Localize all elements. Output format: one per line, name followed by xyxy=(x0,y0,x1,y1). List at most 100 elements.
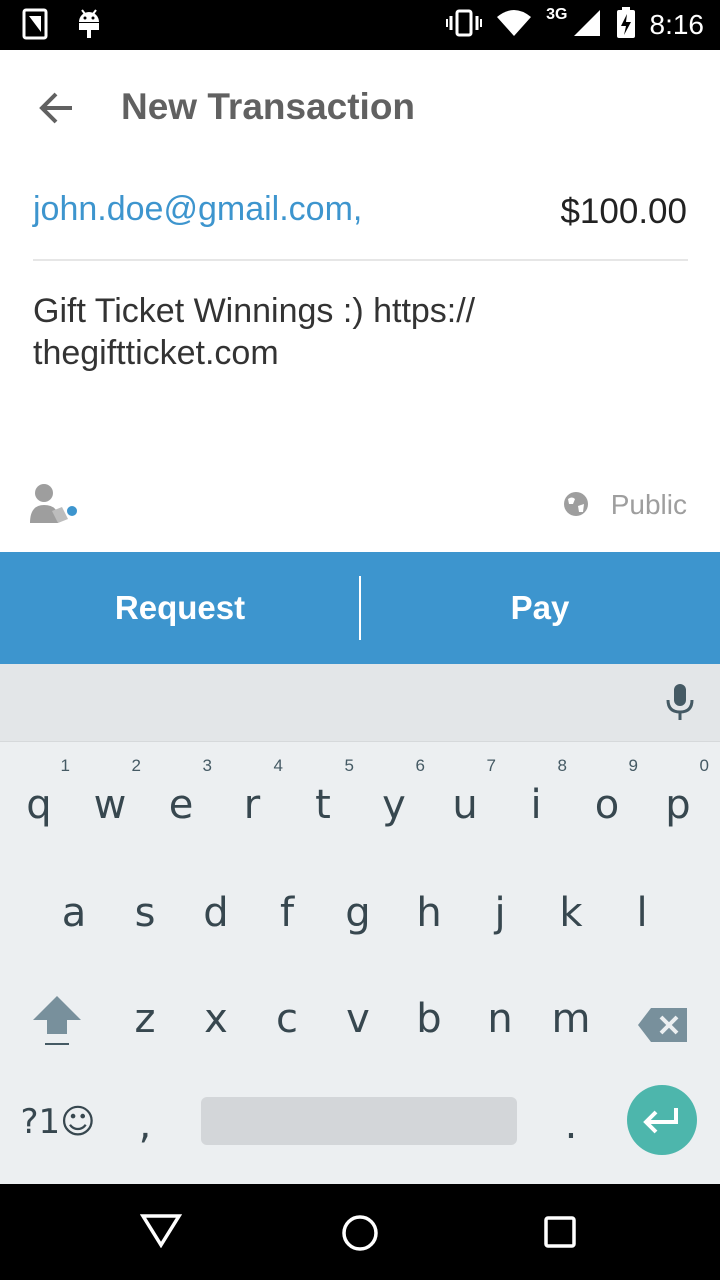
pay-button[interactable]: Pay xyxy=(360,552,720,664)
key-label: w xyxy=(93,782,127,828)
globe-icon[interactable] xyxy=(562,490,590,523)
key-e[interactable]: 3e xyxy=(146,756,216,860)
nav-recents-icon[interactable] xyxy=(543,1215,577,1254)
key-d[interactable]: d xyxy=(181,868,251,968)
key-hint: 6 xyxy=(415,756,425,775)
key-label: , xyxy=(138,1102,152,1148)
key-label: d xyxy=(203,890,229,936)
shift-icon xyxy=(33,996,81,1045)
key-label: ?1☺ xyxy=(20,1102,96,1142)
key-label: q xyxy=(26,782,52,828)
key-label: . xyxy=(564,1102,578,1148)
key-hint: 3 xyxy=(202,756,212,775)
shift-key[interactable] xyxy=(22,974,92,1074)
key-u[interactable]: 7u xyxy=(430,756,500,860)
enter-key[interactable] xyxy=(627,1085,697,1155)
key-hint: 9 xyxy=(628,756,638,775)
soft-keyboard: 1q 2w 3e 4r 5t 6y 7u 8i 9o 0p a s d f g … xyxy=(0,664,720,1184)
key-label: n xyxy=(487,996,513,1042)
key-z[interactable]: z xyxy=(110,974,180,1074)
symbols-key[interactable]: ?1☺ xyxy=(20,1080,96,1180)
key-q[interactable]: 1q xyxy=(4,756,74,860)
recipient-field[interactable]: john.doe@gmail.com, xyxy=(33,190,362,229)
clock: 8:16 xyxy=(649,9,705,40)
notification-icon xyxy=(22,8,48,45)
key-label: b xyxy=(416,996,442,1042)
key-l[interactable]: l xyxy=(607,868,677,968)
key-label: a xyxy=(61,890,87,936)
privacy-label[interactable]: Public xyxy=(611,489,687,521)
key-label: h xyxy=(416,890,442,936)
key-r[interactable]: 4r xyxy=(217,756,287,860)
backspace-icon xyxy=(638,1008,687,1042)
key-m[interactable]: m xyxy=(536,974,606,1074)
key-label: i xyxy=(530,782,542,828)
key-k[interactable]: k xyxy=(536,868,606,968)
key-f[interactable]: f xyxy=(252,868,322,968)
page-title: New Transaction xyxy=(121,86,416,127)
tag-friends-icon[interactable] xyxy=(28,481,84,530)
key-j[interactable]: j xyxy=(465,868,535,968)
wifi-icon xyxy=(496,9,532,42)
key-w[interactable]: 2w xyxy=(75,756,145,860)
key-b[interactable]: b xyxy=(394,974,464,1074)
key-label: s xyxy=(134,890,156,936)
battery-charging-icon xyxy=(616,6,636,44)
suggestion-strip xyxy=(0,664,720,742)
microphone-icon[interactable] xyxy=(664,682,696,727)
key-i[interactable]: 8i xyxy=(501,756,571,860)
divider xyxy=(33,259,688,261)
key-label: u xyxy=(452,782,478,828)
key-label: r xyxy=(243,782,261,828)
key-label: f xyxy=(279,890,295,936)
amount-field[interactable]: $100.00 xyxy=(560,192,687,232)
key-label: z xyxy=(134,996,156,1042)
key-hint: 7 xyxy=(486,756,496,775)
key-label: k xyxy=(559,890,583,936)
nav-home-icon[interactable] xyxy=(341,1214,379,1257)
status-bar: 3G 8:16 xyxy=(0,0,720,50)
key-label: p xyxy=(665,782,691,828)
navigation-bar xyxy=(0,1184,720,1280)
key-label: y xyxy=(382,782,406,828)
key-x[interactable]: x xyxy=(181,974,251,1074)
vibrate-icon xyxy=(446,9,483,42)
key-h[interactable]: h xyxy=(394,868,464,968)
nav-back-icon[interactable] xyxy=(139,1212,183,1253)
key-t[interactable]: 5t xyxy=(288,756,358,860)
key-label: c xyxy=(276,996,298,1042)
enter-icon xyxy=(643,1108,678,1134)
app-bar: New Transaction xyxy=(0,50,720,166)
key-g[interactable]: g xyxy=(323,868,393,968)
key-label: l xyxy=(636,890,648,936)
key-label: v xyxy=(346,996,370,1042)
key-a[interactable]: a xyxy=(39,868,109,968)
space-key[interactable] xyxy=(201,1097,517,1145)
key-label: m xyxy=(551,996,591,1042)
action-bar: Request Pay xyxy=(0,552,720,664)
period-key[interactable]: . xyxy=(536,1080,606,1180)
request-button[interactable]: Request xyxy=(0,552,360,664)
key-hint: 5 xyxy=(344,756,354,775)
key-hint: 0 xyxy=(699,756,709,775)
arrow-back-icon xyxy=(39,92,72,124)
network-type: 3G xyxy=(546,6,568,23)
key-label: t xyxy=(315,782,331,828)
key-hint: 8 xyxy=(557,756,567,775)
key-label: o xyxy=(594,782,620,828)
back-button[interactable] xyxy=(28,80,84,136)
key-label: g xyxy=(345,890,371,936)
key-y[interactable]: 6y xyxy=(359,756,429,860)
key-n[interactable]: n xyxy=(465,974,535,1074)
key-p[interactable]: 0p xyxy=(643,756,713,860)
privacy-row: Public xyxy=(0,475,720,535)
key-c[interactable]: c xyxy=(252,974,322,1074)
key-label: j xyxy=(494,890,506,936)
key-o[interactable]: 9o xyxy=(572,756,642,860)
key-v[interactable]: v xyxy=(323,974,393,1074)
comma-key[interactable]: , xyxy=(110,1080,180,1180)
backspace-key[interactable] xyxy=(628,974,698,1074)
key-label: e xyxy=(168,782,194,828)
key-s[interactable]: s xyxy=(110,868,180,968)
note-field[interactable]: Gift Ticket Winnings :) https:// thegift… xyxy=(33,290,593,374)
